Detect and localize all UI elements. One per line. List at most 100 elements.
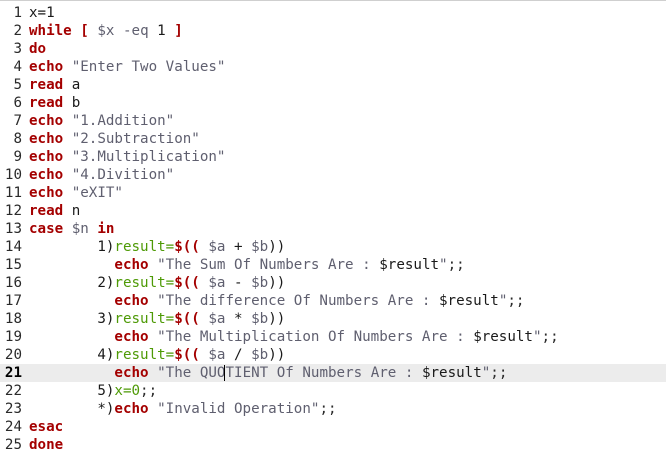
code-line[interactable]: 12 read n: [0, 202, 666, 220]
code-token-str: ": [439, 257, 448, 273]
code-token-var: $n: [71, 221, 89, 237]
code-token-sub-open: $((: [174, 275, 200, 291]
line-number: 24: [4, 419, 22, 435]
code-token-plain: 3): [29, 311, 115, 327]
code-token-assign: result=: [114, 275, 175, 291]
code-token-var: $b: [251, 275, 269, 291]
editor-top-border: [0, 0, 666, 1]
code-token-sub-open: $((: [174, 311, 200, 327]
line-number: 15: [4, 257, 22, 273]
code-token-kw: echo: [29, 149, 64, 165]
line-number: 22: [4, 383, 22, 399]
code-token-plain: )): [268, 311, 286, 327]
code-token-str: "2.Subtraction": [71, 131, 200, 147]
code-token-semi: ;;: [507, 293, 525, 309]
code-line[interactable]: 10 echo "4.Divition": [0, 166, 666, 184]
code-token-plain: $result: [421, 365, 482, 381]
code-token-kw: echo: [114, 329, 149, 345]
code-token-plain: $result: [473, 329, 533, 345]
code-line[interactable]: 5 read a: [0, 76, 666, 94]
code-token-str: "The Multiplication Of Numbers Are :: [157, 329, 474, 345]
code-line[interactable]: 23 *)echo "Invalid Operation";;: [0, 400, 666, 418]
code-token-kw: read: [29, 77, 64, 93]
code-token-str: ": [532, 329, 542, 345]
line-number: 21: [4, 365, 22, 381]
code-line[interactable]: 19 echo "The Multiplication Of Numbers A…: [0, 328, 666, 346]
code-token-sub-open: $((: [174, 239, 200, 255]
code-editor[interactable]: 1 x=1 2 while [ $x -eq 1 ] 3 do 4 echo "Enter T…: [0, 0, 666, 465]
code-line[interactable]: 13 case $n in: [0, 220, 666, 238]
code-token-semi: ;;: [319, 401, 337, 417]
code-line[interactable]: 20 4)result=$(( $a / $b)): [0, 346, 666, 364]
code-token-semi: ;;: [140, 383, 158, 399]
code-token-plain: )): [268, 239, 286, 255]
line-number: 18: [4, 311, 22, 327]
code-token-str: "Enter Two Values": [71, 59, 226, 75]
line-number: 12: [4, 203, 22, 219]
code-line[interactable]: 16 2)result=$(( $a - $b)): [0, 274, 666, 292]
code-line[interactable]: 3 do: [0, 40, 666, 58]
code-token-kw: read: [29, 203, 64, 219]
line-number: 6: [13, 95, 22, 111]
code-token-str: TIENT Of Numbers Are :: [225, 365, 422, 381]
code-token-kw: done: [29, 437, 64, 453]
code-token-var: $x: [97, 23, 115, 39]
code-line[interactable]: 25 done: [0, 436, 666, 454]
code-line[interactable]: 6 read b: [0, 94, 666, 112]
code-line[interactable]: 22 5)x=0;;: [0, 382, 666, 400]
code-token-kw: echo: [29, 131, 64, 147]
code-token-kw: in: [97, 221, 115, 237]
code-token-kw: echo: [29, 113, 64, 129]
code-token-kw: echo: [29, 59, 64, 75]
code-line[interactable]: 14 1)result=$(( $a + $b)): [0, 238, 666, 256]
code-line[interactable]: 2 while [ $x -eq 1 ]: [0, 22, 666, 40]
line-number: 8: [13, 131, 22, 147]
line-number: 16: [4, 275, 22, 291]
code-token-kw: echo: [29, 185, 64, 201]
code-token-plain: $result: [379, 257, 440, 273]
code-line[interactable]: 11 echo "eXIT": [0, 184, 666, 202]
code-token-plain: n: [63, 203, 81, 219]
line-number: 17: [4, 293, 22, 309]
code-token-plain: )): [268, 347, 286, 363]
code-token-str: "The Sum Of Numbers Are :: [157, 257, 380, 273]
line-number: 20: [4, 347, 22, 363]
code-line[interactable]: 8 echo "2.Subtraction": [0, 130, 666, 148]
code-line[interactable]: 1 x=1: [0, 4, 666, 22]
code-token-str: "The QUO: [157, 365, 226, 381]
code-token-plain: 1): [29, 239, 115, 255]
line-number: 14: [4, 239, 22, 255]
code-line[interactable]: 18 3)result=$(( $a * $b)): [0, 310, 666, 328]
line-number: 9: [13, 149, 22, 165]
code-token-str: "Invalid Operation": [157, 401, 320, 417]
code-token-str: ": [481, 365, 491, 381]
code-line[interactable]: 7 echo "1.Addition": [0, 112, 666, 130]
code-token-kw: do: [29, 41, 47, 57]
code-token-var: -eq: [123, 23, 149, 39]
line-number: 4: [13, 59, 22, 75]
code-line[interactable]: 21 echo "The QUOTIENT Of Numbers Are : $…: [0, 364, 666, 382]
code-token-kw: echo: [114, 365, 149, 381]
code-line[interactable]: 24 esac: [0, 418, 666, 436]
code-token-kw: echo: [114, 401, 149, 417]
code-token-plain: /: [225, 347, 252, 363]
code-token-kw: echo: [29, 167, 64, 183]
code-line[interactable]: 4 echo "Enter Two Values": [0, 58, 666, 76]
code-line[interactable]: 9 echo "3.Multiplication": [0, 148, 666, 166]
code-token-var: $b: [251, 311, 269, 327]
code-line[interactable]: 17 echo "The difference Of Numbers Are :…: [0, 292, 666, 310]
code-token-semi: ;;: [490, 365, 508, 381]
line-number: 23: [4, 401, 22, 417]
code-line[interactable]: 15 echo "The Sum Of Numbers Are : $resul…: [0, 256, 666, 274]
line-number: 11: [4, 185, 22, 201]
code-token-brkt: [: [80, 23, 89, 39]
code-token-assign: result=: [114, 311, 175, 327]
